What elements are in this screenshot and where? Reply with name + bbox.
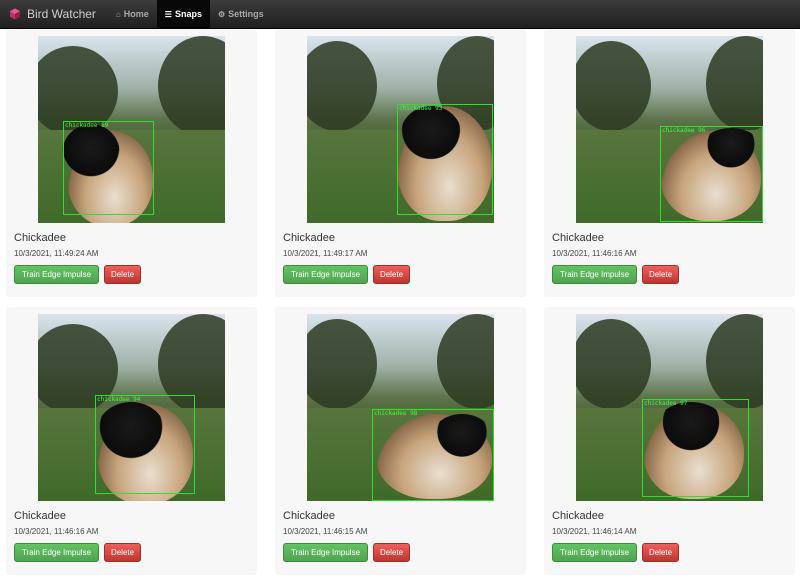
snap-time: 10/3/2021, 11:49:17 AM [283,249,368,258]
delete-button[interactable]: Delete [104,265,141,284]
detection-box: chickadee 89 [63,121,154,215]
train-edge-impulse-button[interactable]: Train Edge Impulse [283,265,368,284]
nav-home-label: Home [123,9,149,19]
delete-button[interactable]: Delete [373,265,410,284]
delete-button[interactable]: Delete [642,265,679,284]
snap-photo: chickadee 98 [307,314,494,501]
detection-box: chickadee 93 [397,104,493,215]
snap-name: Chickadee [283,232,335,244]
snap-photo: chickadee 97 [576,314,763,501]
brand-logo-icon [10,8,20,20]
detection-label: chickadee 98 [374,410,418,417]
navbar: Bird Watcher ⌂ Home ☰ Snaps ⚙ Settings [0,0,800,29]
snap-name: Chickadee [283,510,335,522]
detection-box: chickadee 98 [372,409,494,501]
snap-photo: chickadee 89 [38,36,225,223]
delete-button[interactable]: Delete [104,543,141,562]
snap-card: chickadee 94 Chickadee 10/3/2021, 11:46:… [6,307,257,575]
detection-box: chickadee 97 [642,399,749,497]
gears-icon: ⚙ [217,9,226,19]
snap-time: 10/3/2021, 11:46:15 AM [283,527,368,536]
snap-photo: chickadee 96 [576,36,763,223]
detection-box: chickadee 94 [95,395,195,494]
train-edge-impulse-button[interactable]: Train Edge Impulse [552,543,637,562]
snap-card: chickadee 89 Chickadee 10/3/2021, 11:49:… [6,29,257,297]
snap-card: chickadee 97 Chickadee 10/3/2021, 11:46:… [544,307,795,575]
snap-photo: chickadee 94 [38,314,225,501]
detection-label: chickadee 96 [662,127,706,134]
train-edge-impulse-button[interactable]: Train Edge Impulse [14,543,99,562]
detection-label: chickadee 94 [97,396,141,403]
snap-card: chickadee 93 Chickadee 10/3/2021, 11:49:… [275,29,526,297]
snap-name: Chickadee [14,510,66,522]
delete-button[interactable]: Delete [642,543,679,562]
snap-time: 10/3/2021, 11:46:16 AM [552,249,637,258]
nav-settings[interactable]: ⚙ Settings [210,0,272,28]
snap-name: Chickadee [552,232,604,244]
snap-time: 10/3/2021, 11:46:14 AM [552,527,637,536]
snap-name: Chickadee [14,232,66,244]
nav-snaps[interactable]: ☰ Snaps [156,0,210,28]
brand-title: Bird Watcher [27,7,96,21]
snap-card: chickadee 96 Chickadee 10/3/2021, 11:46:… [544,29,795,297]
detection-box: chickadee 96 [660,126,763,222]
train-edge-impulse-button[interactable]: Train Edge Impulse [14,265,99,284]
list-icon: ☰ [164,9,172,19]
nav-snaps-label: Snaps [174,9,202,19]
detection-label: chickadee 89 [65,122,109,129]
train-edge-impulse-button[interactable]: Train Edge Impulse [283,543,368,562]
train-edge-impulse-button[interactable]: Train Edge Impulse [552,265,637,284]
delete-button[interactable]: Delete [373,543,410,562]
brand[interactable]: Bird Watcher [0,0,108,28]
detection-label: chickadee 93 [399,105,443,112]
snap-name: Chickadee [552,510,604,522]
home-icon: ⌂ [115,9,121,19]
snap-time: 10/3/2021, 11:49:24 AM [14,249,99,258]
nav-settings-label: Settings [228,9,264,19]
snap-card: chickadee 98 Chickadee 10/3/2021, 11:46:… [275,307,526,575]
nav-home[interactable]: ⌂ Home [108,0,157,28]
snap-time: 10/3/2021, 11:46:16 AM [14,527,99,536]
detection-label: chickadee 97 [644,400,688,407]
snap-photo: chickadee 93 [307,36,494,223]
